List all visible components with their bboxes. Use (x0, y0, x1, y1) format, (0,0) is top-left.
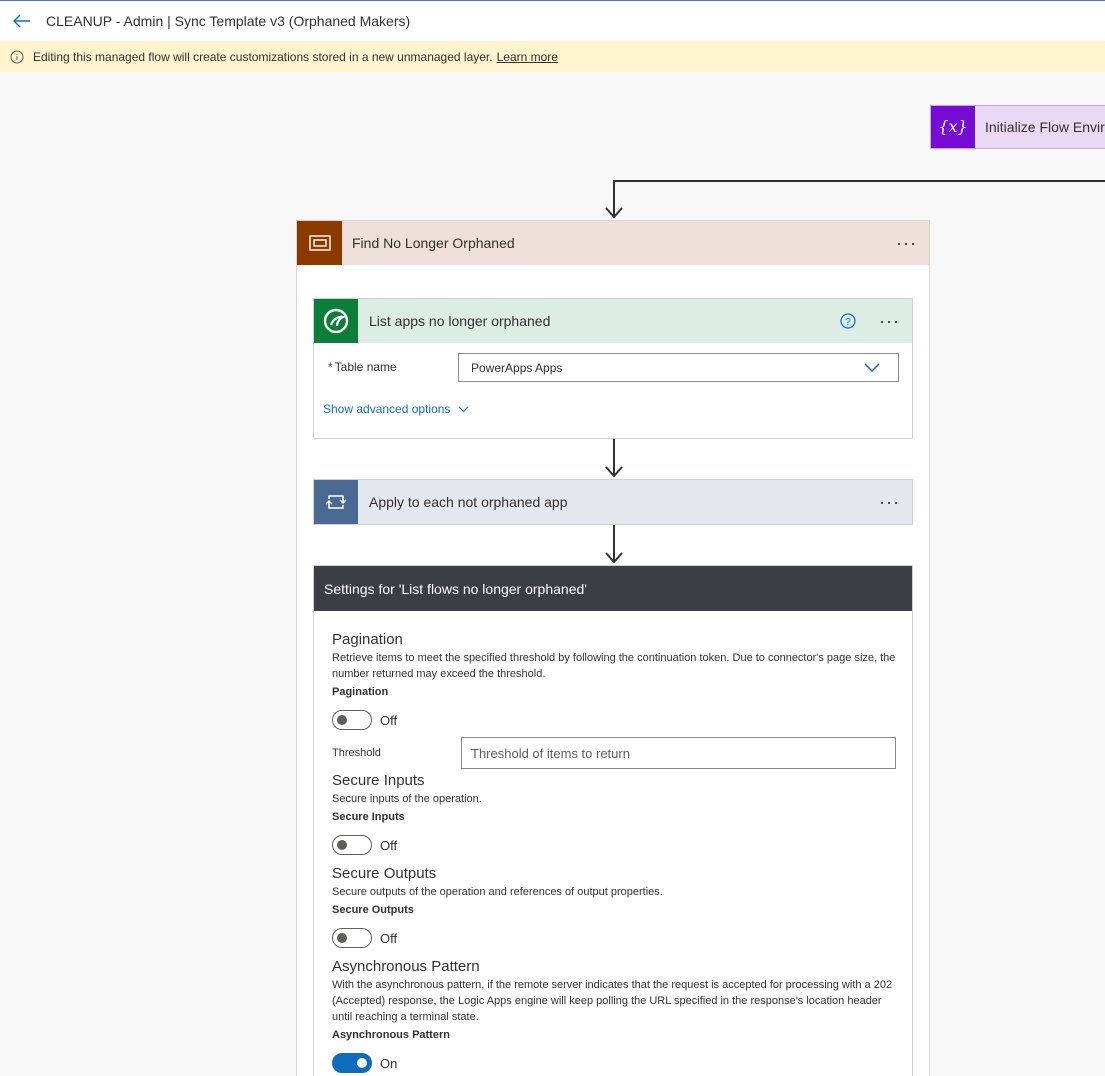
chevron-down-icon (864, 363, 880, 373)
secure-outputs-title: Secure Outputs (332, 865, 437, 882)
svg-text:{x}: {x} (940, 117, 966, 136)
scope-title: Find No Longer Orphaned (352, 235, 515, 251)
secure-inputs-desc: Secure inputs of the operation. (332, 793, 482, 805)
toggle-knob (337, 840, 347, 850)
pagination-section: Pagination Retrieve items to meet the sp… (332, 631, 897, 730)
variable-icon: {x} (931, 106, 975, 148)
arrow-down-icon (605, 466, 623, 478)
list-apps-title: List apps no longer orphaned (369, 313, 551, 329)
apply-to-each-card: Apply to each not orphaned app ··· (313, 479, 913, 525)
apply-to-each-more-menu[interactable]: ··· (879, 493, 900, 511)
async-pattern-section: Asynchronous Pattern With the asynchrono… (332, 958, 897, 1073)
apply-to-each-title: Apply to each not orphaned app (369, 494, 568, 510)
secure-inputs-sub: Secure Inputs (332, 811, 405, 823)
secure-outputs-desc: Secure outputs of the operation and refe… (332, 886, 663, 898)
table-name-select[interactable]: PowerApps Apps (458, 353, 899, 382)
async-pattern-title: Asynchronous Pattern (332, 958, 480, 975)
list-apps-card: List apps no longer orphaned ? ··· * Tabl… (313, 298, 913, 439)
table-name-value: PowerApps Apps (471, 360, 563, 375)
banner-message: Editing this managed flow will create cu… (33, 49, 493, 64)
toggle-knob (357, 1058, 367, 1068)
learn-more-link[interactable]: Learn more (497, 50, 558, 64)
settings-panel: Settings for 'List flows no longer orpha… (313, 565, 913, 1076)
secure-outputs-sub: Secure Outputs (332, 904, 414, 916)
toggle-knob (337, 715, 347, 725)
back-arrow-icon (13, 14, 30, 28)
help-icon[interactable]: ? (840, 313, 856, 329)
flow-title: CLEANUP - Admin | Sync Template v3 (Orph… (46, 13, 411, 29)
initialize-variable-card[interactable]: {x} Initialize Flow Enviro (930, 105, 1105, 149)
pagination-toggle[interactable] (332, 710, 372, 730)
secure-inputs-toggle[interactable] (332, 835, 372, 855)
pagination-toggle-row: Off (332, 710, 897, 730)
flow-header: CLEANUP - Admin | Sync Template v3 (Orph… (0, 1, 1105, 41)
table-name-label: * Table name (328, 360, 397, 374)
secure-inputs-section: Secure Inputs Secure inputs of the opera… (332, 772, 897, 855)
apply-to-each-header[interactable]: Apply to each not orphaned app ··· (314, 480, 912, 524)
async-pattern-state: On (380, 1055, 398, 1071)
secure-outputs-section: Secure Outputs Secure outputs of the ope… (332, 865, 897, 948)
async-pattern-desc: With the asynchronous pattern, if the re… (332, 979, 893, 1023)
show-advanced-options[interactable]: Show advanced options (323, 402, 469, 416)
threshold-input[interactable] (461, 737, 896, 769)
scope-more-menu[interactable]: ··· (896, 234, 917, 252)
table-name-label-text: Table name (334, 360, 397, 374)
dataverse-icon (314, 299, 358, 343)
info-icon (10, 50, 24, 63)
managed-flow-banner: Editing this managed flow will create cu… (0, 41, 1105, 72)
threshold-row: Threshold (332, 737, 897, 769)
secure-inputs-state: Off (380, 837, 398, 853)
async-pattern-toggle[interactable] (332, 1053, 372, 1073)
threshold-label: Threshold (332, 747, 381, 759)
pagination-title: Pagination (332, 631, 403, 648)
loop-icon (314, 480, 358, 524)
table-name-row: * Table name PowerApps Apps (328, 353, 900, 382)
secure-inputs-title: Secure Inputs (332, 772, 425, 789)
svg-text:?: ? (845, 317, 851, 328)
secure-outputs-state: Off (380, 930, 398, 946)
async-pattern-sub: Asynchronous Pattern (332, 1029, 450, 1041)
list-apps-header[interactable]: List apps no longer orphaned ? ··· (314, 299, 912, 343)
pagination-desc: Retrieve items to meet the specified thr… (332, 652, 896, 680)
async-pattern-toggle-row: On (332, 1053, 897, 1073)
secure-outputs-toggle[interactable] (332, 928, 372, 948)
settings-title: Settings for 'List flows no longer orpha… (324, 580, 587, 597)
pagination-sub: Pagination (332, 686, 389, 698)
initialize-card-title: Initialize Flow Enviro (985, 119, 1105, 135)
back-button[interactable] (8, 7, 36, 35)
list-apps-more-menu[interactable]: ··· (879, 312, 900, 330)
scope-icon (297, 221, 342, 265)
arrow-down-icon (605, 207, 623, 219)
chevron-down-icon (459, 406, 469, 412)
toggle-knob (337, 933, 347, 943)
connector-line (613, 180, 1105, 182)
required-mark: * (328, 360, 333, 374)
secure-outputs-toggle-row: Off (332, 928, 897, 948)
scope-header[interactable]: Find No Longer Orphaned ··· (297, 221, 929, 265)
secure-inputs-toggle-row: Off (332, 835, 897, 855)
pagination-state: Off (380, 712, 398, 728)
arrow-down-icon (605, 552, 623, 564)
show-advanced-label: Show advanced options (323, 402, 451, 416)
settings-header: Settings for 'List flows no longer orpha… (314, 566, 912, 611)
